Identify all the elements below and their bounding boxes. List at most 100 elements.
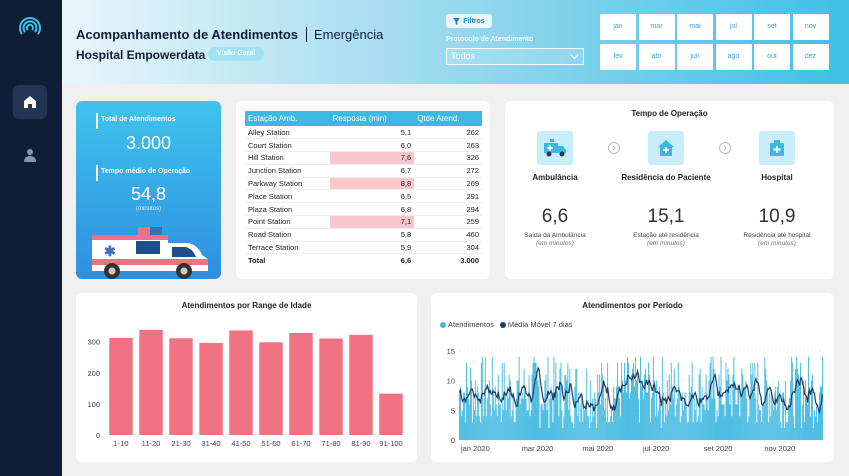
- table-row[interactable]: Junction Station 6,7 272: [245, 164, 482, 178]
- op-unit: (em minutos): [647, 240, 685, 247]
- daily-bar: [483, 392, 485, 440]
- daily-bar: [672, 398, 674, 440]
- table-row[interactable]: Alley Station 5,1 262: [245, 126, 482, 140]
- hospital-name: Hospital Empowerdata: [76, 48, 206, 62]
- daily-bar: [780, 422, 782, 440]
- daily-bar: [534, 362, 536, 440]
- filters-button[interactable]: Filtros: [446, 14, 492, 28]
- daily-bar: [517, 380, 519, 440]
- daily-bar: [561, 410, 563, 440]
- quantity-cell: 304: [414, 241, 482, 255]
- daily-bar: [473, 410, 475, 440]
- daily-bar: [594, 392, 596, 440]
- daily-bar: [537, 380, 539, 440]
- daily-bar: [636, 380, 637, 440]
- response-cell: 6,5: [329, 189, 415, 204]
- daily-bar: [539, 428, 541, 440]
- daily-bar: [771, 392, 773, 440]
- daily-bar: [461, 410, 463, 440]
- x-tick-label: 1-10: [113, 439, 128, 448]
- month-button[interactable]: nov: [792, 14, 829, 40]
- month-button[interactable]: mar: [638, 14, 675, 40]
- daily-bar: [655, 380, 657, 440]
- daily-bar: [793, 416, 795, 440]
- table-row[interactable]: Hill Station 7,6 326: [245, 151, 482, 165]
- column-header[interactable]: Resposta (min): [329, 111, 415, 126]
- daily-bar: [531, 374, 533, 440]
- y-tick-label: 15: [447, 347, 455, 356]
- protocol-value: Todos: [451, 51, 476, 61]
- month-button[interactable]: fev: [600, 44, 636, 70]
- x-tick-label: set 2020: [704, 444, 733, 453]
- daily-bar: [796, 356, 798, 440]
- legend-item[interactable]: Atendimentos: [440, 320, 494, 329]
- column-header[interactable]: Estação Amb.: [245, 111, 330, 126]
- stations-table-card: Estação Amb. Resposta (min) Qtde Atend. …: [236, 101, 490, 279]
- daily-bar: [625, 380, 626, 440]
- daily-bar: [544, 380, 546, 440]
- overview-badge[interactable]: Visão Geral: [208, 47, 264, 61]
- table-row[interactable]: Parkway Station 8,8 269: [245, 177, 482, 191]
- chart-title: Atendimentos por Período: [582, 301, 683, 310]
- table-row[interactable]: Terrace Station 5,9 304: [245, 241, 482, 255]
- table-row[interactable]: Place Station 6,5 291: [245, 189, 482, 204]
- daily-bar: [469, 368, 471, 440]
- daily-bar: [569, 368, 571, 440]
- daily-bar: [813, 428, 814, 440]
- daily-bar: [742, 374, 744, 440]
- operation-title: Tempo de Operação: [631, 109, 708, 118]
- daily-bar: [596, 428, 598, 440]
- month-button[interactable]: mai: [677, 14, 713, 40]
- daily-bar: [646, 392, 648, 440]
- daily-bar: [543, 398, 545, 440]
- daily-bar: [545, 374, 547, 440]
- station-cell: Place Station: [245, 189, 330, 204]
- daily-bar: [788, 404, 790, 440]
- protocol-select[interactable]: Todos: [446, 48, 584, 65]
- table-row[interactable]: Plaza Station 6,8 294: [245, 202, 482, 217]
- daily-bar: [642, 398, 644, 440]
- daily-bar: [751, 374, 753, 440]
- daily-bar: [495, 404, 497, 440]
- kpi-accent-line: [96, 165, 98, 181]
- daily-bar: [514, 422, 516, 440]
- daily-bar: [610, 416, 612, 440]
- house-icon: [648, 131, 684, 165]
- table-row[interactable]: Road Station 5,8 460: [245, 228, 482, 242]
- home-icon[interactable]: [13, 85, 47, 119]
- month-button[interactable]: jun: [677, 44, 713, 70]
- age-chart-card: Atendimentos por Range de Idade 0 100 200 3…: [76, 293, 417, 462]
- daily-bar: [805, 380, 806, 440]
- column-header[interactable]: Qtde Atend.: [414, 111, 482, 126]
- logo-icon[interactable]: [16, 14, 44, 42]
- table-row[interactable]: Court Station 6,0 263: [245, 138, 482, 153]
- bar: [379, 393, 403, 435]
- user-icon[interactable]: [18, 143, 42, 167]
- daily-bar: [588, 416, 590, 440]
- month-button[interactable]: ago: [715, 44, 752, 70]
- daily-bar: [580, 404, 582, 440]
- table-row[interactable]: Point Station 7,1 259: [245, 215, 482, 229]
- daily-bar: [757, 362, 759, 440]
- daily-bar: [664, 398, 666, 440]
- daily-bar: [552, 422, 554, 440]
- daily-bar: [624, 362, 625, 440]
- daily-bar: [703, 404, 705, 440]
- month-button[interactable]: abr: [638, 44, 675, 70]
- daily-bar: [763, 404, 765, 440]
- legend-item[interactable]: Média Móvel 7 dias: [499, 320, 573, 329]
- chevron-down-icon: [570, 54, 579, 60]
- month-button[interactable]: jan: [600, 14, 636, 40]
- daily-bar: [536, 374, 538, 440]
- month-button[interactable]: out: [754, 44, 790, 70]
- daily-bar: [704, 410, 706, 440]
- daily-bar: [691, 362, 693, 440]
- month-button[interactable]: set: [754, 14, 790, 40]
- daily-bar: [654, 416, 656, 440]
- month-button[interactable]: dez: [792, 44, 829, 70]
- daily-bar: [810, 416, 811, 440]
- daily-bar: [616, 386, 618, 440]
- daily-bar: [502, 410, 504, 440]
- daily-bar: [659, 404, 661, 440]
- month-button[interactable]: jul: [715, 14, 752, 40]
